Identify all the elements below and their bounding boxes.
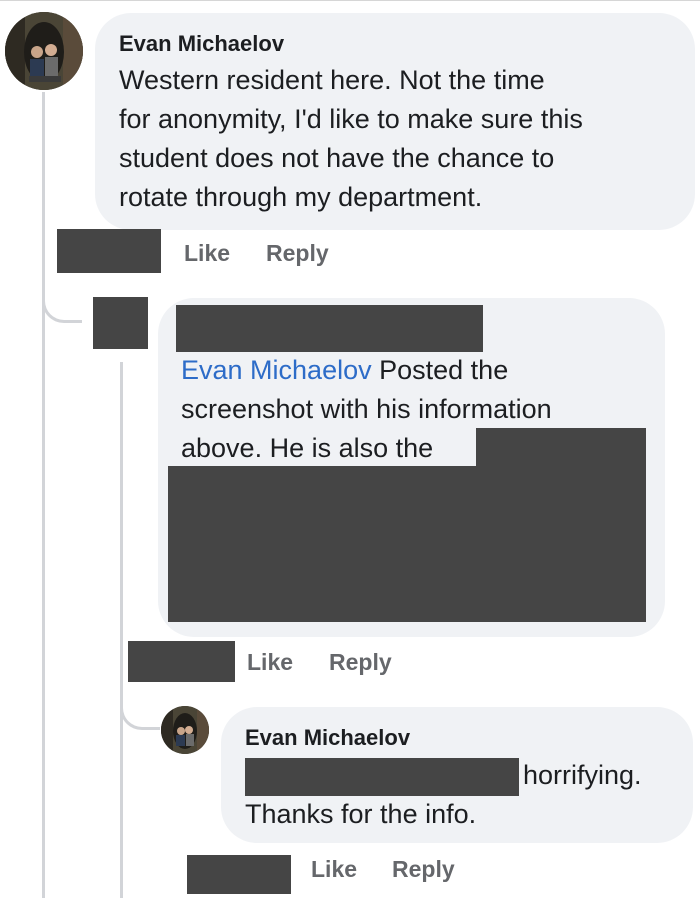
mention-link[interactable]: Evan Michaelov — [181, 355, 372, 385]
comment-text-line: for anonymity, I'd like to make sure thi… — [119, 104, 583, 134]
redacted-text-block — [168, 466, 646, 622]
redacted-text-block — [476, 428, 646, 468]
comment-text-line: Western resident here. Not the time — [119, 65, 545, 95]
avatar[interactable] — [5, 12, 83, 90]
comment-text-line: Evan Michaelov Posted the — [181, 351, 508, 390]
redacted-avatar[interactable] — [93, 297, 148, 349]
reply-button[interactable]: Reply — [266, 240, 329, 267]
reply-button[interactable]: Reply — [329, 649, 392, 676]
redacted-text-block — [245, 758, 519, 796]
redacted-timestamp — [187, 855, 291, 894]
avatar[interactable] — [161, 706, 209, 754]
like-button[interactable]: Like — [184, 240, 230, 267]
comment-text-line: student does not have the chance to — [119, 143, 555, 173]
comment-author[interactable]: Evan Michaelov — [119, 31, 284, 57]
redacted-author-name — [176, 305, 483, 352]
comment-text-line: screenshot with his information — [181, 394, 552, 424]
comment-text-line: rotate through my department. — [119, 182, 483, 212]
like-button[interactable]: Like — [311, 856, 357, 883]
profile-photo-icon — [161, 706, 209, 754]
comment-author[interactable]: Evan Michaelov — [245, 725, 410, 751]
reply-button[interactable]: Reply — [392, 856, 455, 883]
like-button[interactable]: Like — [247, 649, 293, 676]
comment-text-line: above. He is also the — [181, 433, 434, 463]
redacted-timestamp — [57, 229, 161, 273]
thread-line-main — [42, 92, 45, 898]
comment-text-line: horrifying. — [523, 760, 642, 790]
profile-photo-icon — [5, 12, 83, 90]
thread-line-nested — [120, 362, 123, 898]
redacted-timestamp — [128, 641, 235, 682]
comment-text-line: Thanks for the info. — [245, 799, 477, 829]
top-divider — [0, 0, 700, 1]
thread-connector-1 — [42, 285, 82, 323]
thread-connector-2 — [120, 690, 160, 730]
comment-text-segment: Posted the — [371, 355, 509, 385]
